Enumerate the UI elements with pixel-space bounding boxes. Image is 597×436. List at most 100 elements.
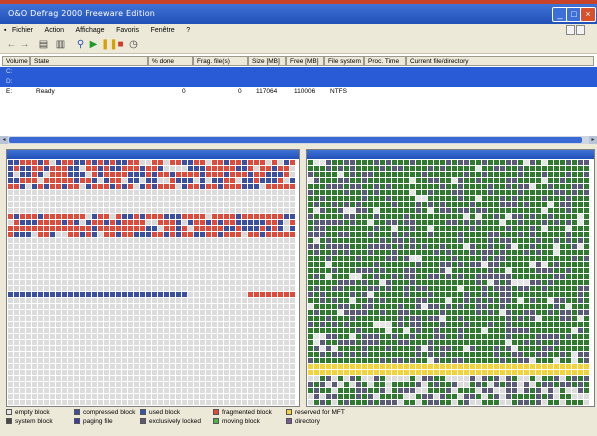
cluster-block: [374, 352, 379, 357]
column-current-file[interactable]: Current file/directory: [406, 56, 594, 66]
cluster-block: [320, 292, 325, 297]
cluster-block: [530, 166, 535, 171]
column-state[interactable]: State: [30, 56, 148, 66]
column-proc-time[interactable]: Proc. Time: [364, 56, 406, 66]
volume-row[interactable]: D:: [0, 77, 597, 87]
cluster-block: [62, 244, 67, 249]
cluster-block: [446, 292, 451, 297]
cluster-block: [566, 298, 571, 303]
analyze-icon[interactable]: ⚲: [75, 39, 86, 50]
cluster-block: [128, 286, 133, 291]
column-percent-done[interactable]: % done: [148, 56, 193, 66]
cluster-block: [446, 226, 451, 231]
forward-icon[interactable]: →: [19, 39, 30, 50]
cluster-block: [278, 166, 283, 171]
cluster-block: [140, 394, 145, 399]
cluster-block: [266, 370, 271, 375]
cluster-block: [368, 298, 373, 303]
cluster-block: [32, 304, 37, 309]
pause-icon[interactable]: ❚❚: [101, 39, 118, 50]
close-button[interactable]: ×: [580, 7, 596, 22]
mdi-restore-button[interactable]: [576, 25, 585, 35]
cluster-block: [230, 184, 235, 189]
settings-icon[interactable]: ▥: [55, 39, 66, 50]
cluster-block: [362, 370, 367, 375]
cluster-block: [440, 310, 445, 315]
cluster-block: [200, 202, 205, 207]
start-icon[interactable]: ▶: [88, 39, 99, 50]
cluster-block: [356, 280, 361, 285]
cluster-block: [14, 244, 19, 249]
cluster-block: [80, 298, 85, 303]
cluster-block: [338, 232, 343, 237]
cluster-block: [14, 238, 19, 243]
cluster-block: [530, 262, 535, 267]
cluster-block: [206, 364, 211, 369]
cluster-block: [14, 352, 19, 357]
column-size[interactable]: Size [MB]: [248, 56, 286, 66]
cluster-block: [416, 334, 421, 339]
cluster-block: [452, 400, 457, 405]
column-frag-files[interactable]: Frag. file(s): [193, 56, 248, 66]
cluster-block: [572, 316, 577, 321]
column-file-system[interactable]: File system: [324, 56, 364, 66]
cluster-block: [182, 166, 187, 171]
cluster-block: [182, 238, 187, 243]
cluster-block: [230, 370, 235, 375]
cluster-block: [530, 214, 535, 219]
cluster-block: [314, 238, 319, 243]
cluster-block: [62, 268, 67, 273]
cluster-block: [86, 316, 91, 321]
cluster-block: [404, 178, 409, 183]
cluster-block: [146, 238, 151, 243]
column-free[interactable]: Free [MB]: [286, 56, 324, 66]
cluster-block: [368, 268, 373, 273]
volume-row[interactable]: E: Ready 0 0 117064 110006 NTFS: [0, 87, 597, 97]
cluster-block: [92, 232, 97, 237]
cluster-block: [566, 172, 571, 177]
cluster-block: [524, 250, 529, 255]
cluster-block: [560, 178, 565, 183]
cluster-block: [122, 208, 127, 213]
horizontal-scrollbar[interactable]: ◂ ▸: [0, 136, 597, 144]
cluster-block: [416, 328, 421, 333]
cluster-block: [290, 304, 295, 309]
stop-icon[interactable]: ■: [115, 39, 126, 50]
back-icon[interactable]: ←: [6, 39, 17, 50]
cluster-block: [242, 244, 247, 249]
cluster-block: [524, 172, 529, 177]
cluster-block: [38, 340, 43, 345]
cluster-block: [104, 256, 109, 261]
cluster-block: [26, 256, 31, 261]
scrollbar-thumb[interactable]: [9, 137, 582, 143]
properties-icon[interactable]: ▤: [38, 39, 49, 50]
cluster-block: [548, 274, 553, 279]
mdi-minimize-button[interactable]: [566, 25, 575, 35]
cluster-block: [200, 262, 205, 267]
cluster-block: [398, 178, 403, 183]
cluster-block: [50, 322, 55, 327]
cluster-block: [50, 160, 55, 165]
cluster-block: [314, 388, 319, 393]
volume-row[interactable]: C:: [0, 67, 597, 77]
column-volume[interactable]: Volume: [2, 56, 30, 66]
cluster-block: [128, 262, 133, 267]
cluster-block: [284, 298, 289, 303]
scroll-left-icon[interactable]: ◂: [0, 136, 8, 144]
scroll-right-icon[interactable]: ▸: [589, 136, 597, 144]
cluster-block: [284, 160, 289, 165]
cluster-block: [506, 250, 511, 255]
cluster-block: [74, 262, 79, 267]
cluster-block: [218, 262, 223, 267]
cluster-block: [326, 178, 331, 183]
cluster-block: [254, 286, 259, 291]
cluster-block: [554, 388, 559, 393]
cluster-block: [440, 364, 445, 369]
cluster-block: [560, 400, 565, 405]
cluster-block: [392, 166, 397, 171]
cluster-block: [530, 352, 535, 357]
cluster-block: [140, 226, 145, 231]
cluster-block: [26, 310, 31, 315]
schedule-icon[interactable]: ◷: [128, 39, 139, 50]
cluster-block: [530, 388, 535, 393]
